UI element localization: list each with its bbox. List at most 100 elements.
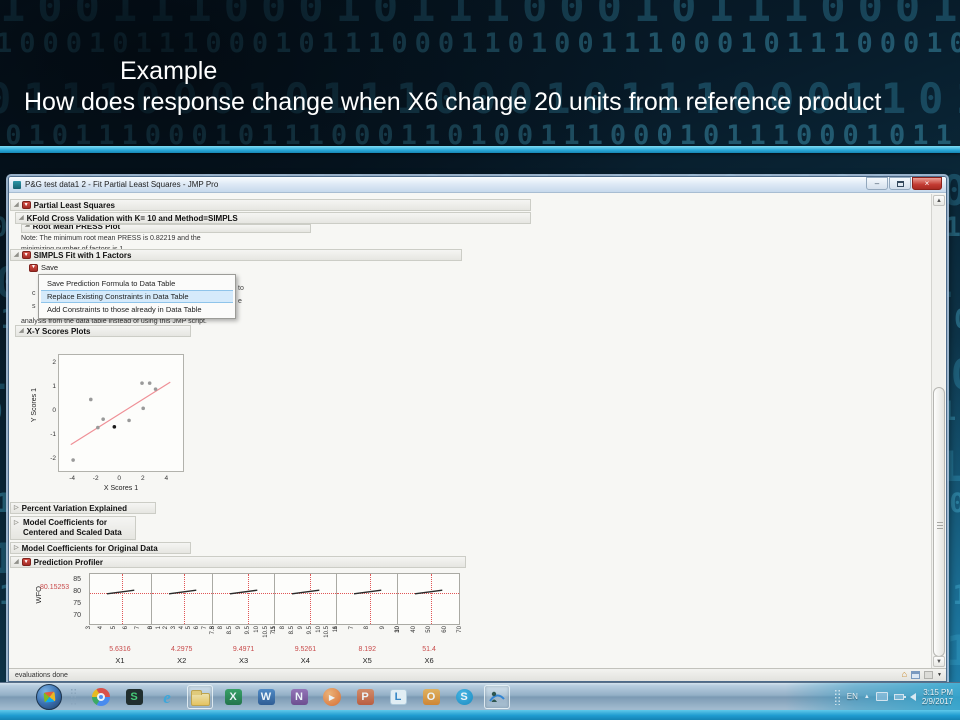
profiler-factor-name: X4 xyxy=(300,656,310,665)
section-header-prediction-profiler[interactable]: ◢ ▼ Prediction Profiler xyxy=(10,556,466,568)
profiler-panel-x1[interactable] xyxy=(89,573,152,625)
profiler-x-tick-label: 8.5 xyxy=(289,626,296,635)
profiler-x-ticks: 3 4 5 6 7 8 0 1 2 3 4 5 6 7 8 7.5 8 8.5 9 9.5 10 10.5 11 7.5 8 8.… xyxy=(86,626,463,645)
show-hidden-icons-button[interactable]: ▲ xyxy=(864,694,870,700)
system-tray: EN ▲ 3:15 PM 2/9/2017 xyxy=(833,683,960,710)
profiler-x-tick-label: 7 xyxy=(201,626,208,630)
profiler-tick-cell: 6 7 8 9 10 xyxy=(333,626,401,645)
disclosure-open-icon[interactable]: ◢ xyxy=(19,328,24,334)
scroll-up-button[interactable]: ▲ xyxy=(933,195,945,206)
menu-item[interactable]: Add Constraints to those already in Data… xyxy=(39,303,235,316)
excel-icon[interactable]: X xyxy=(220,685,246,709)
profiler-x-tick-label: 7.5 xyxy=(271,626,278,635)
section-header-simpls-fit[interactable]: ◢ ▼ SIMPLS Fit with 1 Factors xyxy=(10,249,462,261)
profiler-x-tick-label: 8 xyxy=(364,626,371,630)
tray-grip xyxy=(833,688,841,705)
green-s-app-icon[interactable]: S xyxy=(121,685,147,709)
disclosure-closed-icon[interactable]: ▷ xyxy=(14,545,19,551)
jmp-taskbar-icon[interactable] xyxy=(484,685,510,709)
lync-icon[interactable]: L xyxy=(385,685,411,709)
red-triangle-menu-icon[interactable]: ▼ xyxy=(21,251,31,259)
status-dropdown-icon[interactable]: ▼ xyxy=(937,672,942,678)
layout-box-icon[interactable] xyxy=(924,670,934,679)
disclosure-open-icon[interactable]: ◢ xyxy=(14,559,19,565)
language-indicator[interactable]: EN xyxy=(847,692,858,701)
section-header-model-coeff-centered[interactable]: ▷ Model Coefficients for Centered and Sc… xyxy=(10,516,136,540)
folder-icon xyxy=(190,689,210,706)
onenote-icon[interactable]: N xyxy=(286,685,312,709)
home-icon[interactable]: ⌂ xyxy=(902,670,907,679)
profiler-current-value: 9.5261 xyxy=(294,646,317,653)
menu-item[interactable]: Save Prediction Formula to Data Table xyxy=(39,277,235,290)
scatter-x-axis: -4 -2 0 2 4 xyxy=(58,475,184,484)
red-triangle-menu-icon[interactable]: ▼ xyxy=(21,558,31,566)
section-header-partial-least-squares[interactable]: ◢ ▼ Partial Least Squares xyxy=(10,199,531,211)
y-tick-label: 2 xyxy=(52,358,56,366)
outlook-icon[interactable]: O xyxy=(418,685,444,709)
volume-icon[interactable] xyxy=(909,692,916,701)
section-header-model-coeff-original[interactable]: ▷ Model Coefficients for Original Data xyxy=(10,542,191,554)
profiler-x-tick-label: 9 xyxy=(379,626,386,630)
x-tick-label: 0 xyxy=(117,475,122,482)
profiler-panel-x4[interactable] xyxy=(274,573,337,625)
section-header-xy-scores-plots[interactable]: ◢ X-Y Scores Plots xyxy=(15,325,191,337)
red-triangle-menu-icon[interactable]: ▼ xyxy=(21,201,31,209)
profiler-y-tick-label: 85 xyxy=(73,576,81,583)
start-button[interactable] xyxy=(36,684,62,710)
window-icon[interactable] xyxy=(911,670,921,679)
profiler-factor-name: X1 xyxy=(115,656,125,665)
profiler-x-tick-label: 70 xyxy=(456,626,463,633)
profiler-panel-x2[interactable] xyxy=(150,573,214,625)
file-explorer-icon[interactable] xyxy=(187,685,213,709)
powerpoint-icon[interactable]: P xyxy=(352,685,378,709)
window-titlebar[interactable]: P&G test data1 2 - Fit Partial Least Squ… xyxy=(9,177,946,193)
battery-icon[interactable] xyxy=(893,693,906,700)
network-icon[interactable] xyxy=(875,692,888,701)
clock-time: 3:15 PM xyxy=(923,687,953,697)
slide: 1001110001011100010111000110100111000101… xyxy=(0,0,960,720)
disclosure-closed-icon[interactable]: ▷ xyxy=(14,520,19,526)
disclosure-open-icon[interactable]: ◢ xyxy=(19,215,24,221)
profiler-panel-x6[interactable] xyxy=(397,573,461,625)
obscured-text-fragment: e xyxy=(238,298,242,305)
profiler-tick-cell: 7.5 8 8.5 9 9.5 10 10.5 11 xyxy=(271,626,339,645)
chrome-icon[interactable] xyxy=(88,685,114,709)
xy-scores-scatter[interactable] xyxy=(58,354,184,472)
profiler-tick-cell: 012345678 xyxy=(148,626,216,645)
profiler-panel-x3[interactable] xyxy=(212,573,276,625)
section-header-percent-variation[interactable]: ▷ Percent Variation Explained xyxy=(10,502,156,514)
clock[interactable]: 3:15 PM 2/9/2017 xyxy=(922,688,956,706)
save-menu-anchor[interactable]: ▼ Save xyxy=(29,263,58,272)
profiler-tick-cell: 30 40 50 60 70 xyxy=(395,626,463,645)
y-tick-label: -1 xyxy=(50,430,56,438)
profiler-x-tick-label: 6 xyxy=(194,626,201,630)
word-icon[interactable]: W xyxy=(253,685,279,709)
section-header-root-mean-press-plot[interactable]: ◢ Root Mean PRESS Plot xyxy=(21,224,311,233)
x-tick-label: 2 xyxy=(140,475,145,482)
disclosure-open-icon[interactable]: ◢ xyxy=(14,202,19,208)
close-button[interactable]: × xyxy=(912,177,942,190)
profiler-current-value: 51.4 xyxy=(422,646,436,653)
disclosure-open-icon[interactable]: ◢ xyxy=(25,225,30,228)
menu-item-highlighted[interactable]: Replace Existing Constraints in Data Tab… xyxy=(41,290,233,303)
scrollbar-thumb[interactable] xyxy=(933,387,945,657)
profiler-x-tick-label: 10 xyxy=(315,626,322,633)
press-note-line1: Note: The minimum root mean PRESS is 0.8… xyxy=(21,235,201,242)
section-label: Model Coefficients for Original Data xyxy=(21,543,158,553)
maximize-button[interactable] xyxy=(889,177,911,190)
profiler-panel-x5[interactable] xyxy=(335,573,399,625)
vertical-scrollbar[interactable]: ▲ ▼ xyxy=(931,194,945,668)
profiler-tick-cell: 7.5 8 8.5 9 9.5 10 10.5 11 xyxy=(210,626,278,645)
media-player-icon[interactable]: ▶ xyxy=(319,685,345,709)
red-triangle-menu-icon[interactable]: ▼ xyxy=(29,263,38,272)
scroll-down-button[interactable]: ▼ xyxy=(933,656,945,667)
section-header-kfold[interactable]: ◢ KFold Cross Validation with K= 10 and … xyxy=(15,212,531,224)
skype-icon[interactable]: S xyxy=(451,685,477,709)
disclosure-closed-icon[interactable]: ▷ xyxy=(14,505,19,511)
disclosure-open-icon[interactable]: ◢ xyxy=(14,252,19,258)
y-tick-label: 0 xyxy=(52,406,56,414)
minimize-button[interactable]: – xyxy=(866,177,888,190)
internet-explorer-icon[interactable]: e xyxy=(154,685,180,709)
profiler-x-tick-label: 8.5 xyxy=(227,626,234,635)
section-label: SIMPLS Fit with 1 Factors xyxy=(33,250,132,260)
